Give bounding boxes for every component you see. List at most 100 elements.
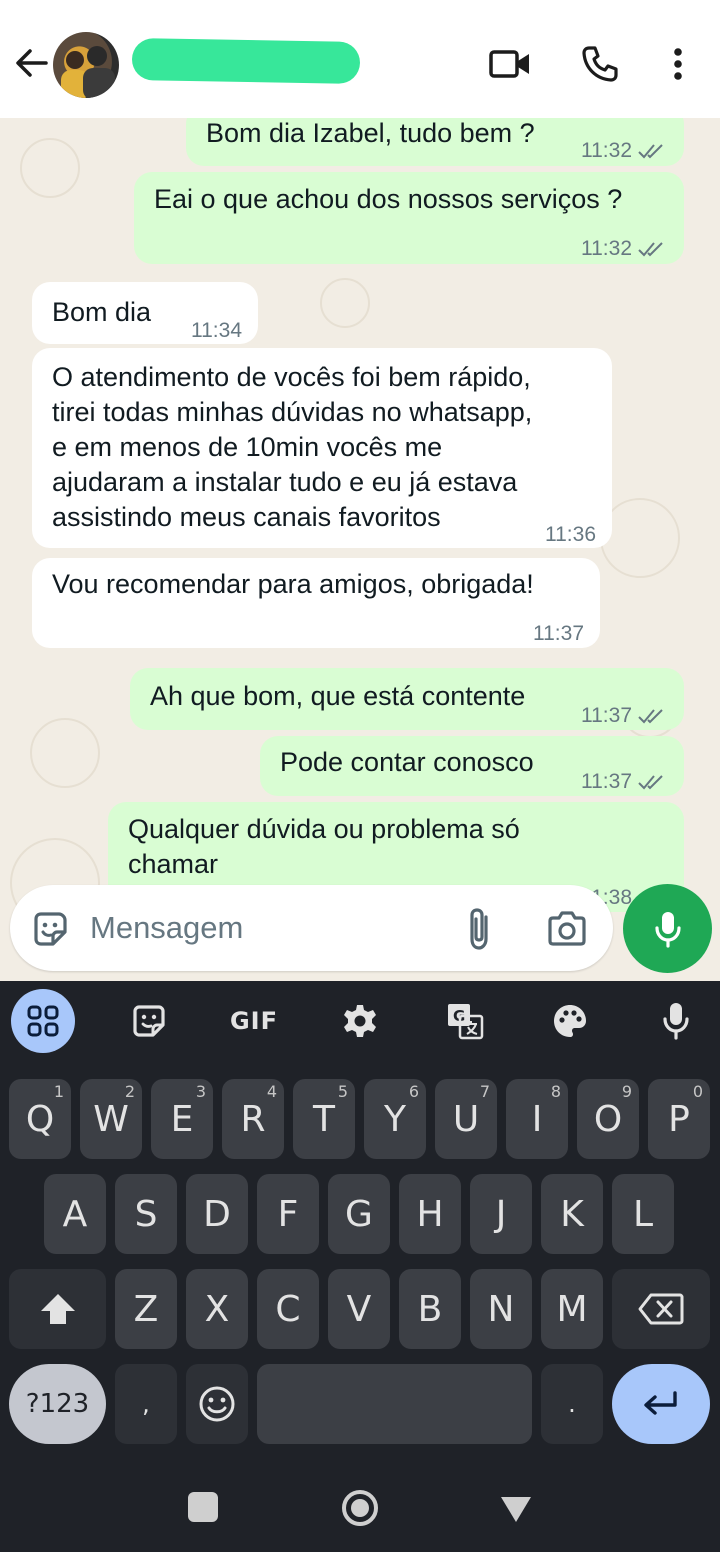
translate-icon[interactable]: G bbox=[433, 989, 497, 1053]
emoji-icon bbox=[199, 1386, 235, 1422]
contact-name[interactable] bbox=[131, 38, 361, 84]
key-y[interactable]: Y6 bbox=[364, 1079, 426, 1159]
palette-icon[interactable] bbox=[538, 989, 602, 1053]
key-q[interactable]: Q1 bbox=[9, 1079, 71, 1159]
attach-icon[interactable] bbox=[464, 907, 496, 951]
key-n[interactable]: N bbox=[470, 1269, 532, 1349]
key-hint: 5 bbox=[337, 1082, 348, 1101]
camera-icon[interactable] bbox=[546, 909, 588, 949]
key-w[interactable]: W2 bbox=[80, 1079, 142, 1159]
message-meta: 11:37 bbox=[581, 698, 668, 733]
key-label: G bbox=[345, 1193, 373, 1235]
key-label: E bbox=[170, 1098, 194, 1140]
key-h[interactable]: H bbox=[399, 1174, 461, 1254]
apps-grid-icon[interactable] bbox=[11, 989, 75, 1053]
chat-header bbox=[0, 0, 720, 118]
key-b[interactable]: B bbox=[399, 1269, 461, 1349]
key-label: L bbox=[632, 1193, 654, 1235]
back-arrow-icon[interactable] bbox=[14, 45, 50, 81]
outgoing-message[interactable]: Pode contar conosco 11:37 bbox=[260, 736, 684, 796]
key-x[interactable]: X bbox=[186, 1269, 248, 1349]
key-hint: 7 bbox=[479, 1082, 490, 1101]
key-hint: 4 bbox=[266, 1082, 277, 1101]
recents-button[interactable] bbox=[188, 1492, 218, 1522]
contact-avatar[interactable] bbox=[53, 32, 119, 98]
key-m[interactable]: M bbox=[541, 1269, 603, 1349]
key-z[interactable]: Z bbox=[115, 1269, 177, 1349]
message-time: 11:37 bbox=[533, 622, 584, 645]
key-u[interactable]: U7 bbox=[435, 1079, 497, 1159]
key-r[interactable]: R4 bbox=[222, 1079, 284, 1159]
key-hint: 8 bbox=[550, 1082, 561, 1101]
key-j[interactable]: J bbox=[470, 1174, 532, 1254]
message-text: Vou recomendar para amigos, obrigada! bbox=[52, 569, 534, 599]
space-key[interactable] bbox=[257, 1364, 532, 1444]
video-call-icon[interactable] bbox=[486, 40, 534, 88]
key-hint: 9 bbox=[621, 1082, 632, 1101]
key-label: P bbox=[668, 1098, 690, 1140]
key-hint: 3 bbox=[195, 1082, 206, 1101]
key-label: Z bbox=[133, 1288, 159, 1330]
chat-message-list[interactable]: Bom dia Izabel, tudo bem ? 11:32 Eai o q… bbox=[0, 118, 720, 982]
key-c[interactable]: C bbox=[257, 1269, 319, 1349]
message-input[interactable] bbox=[90, 905, 420, 951]
shift-icon bbox=[40, 1294, 75, 1324]
incoming-message[interactable]: O atendimento de vocês foi bem rápido, t… bbox=[32, 348, 612, 548]
outgoing-message[interactable]: Eai o que achou dos nossos serviços ? 11… bbox=[134, 172, 684, 264]
backspace-key[interactable] bbox=[612, 1269, 710, 1349]
enter-arrow-icon bbox=[644, 1391, 677, 1415]
key-label: H bbox=[416, 1193, 444, 1235]
message-time: 11:37 bbox=[581, 770, 632, 793]
key-label: F bbox=[277, 1193, 299, 1235]
key-t[interactable]: T5 bbox=[293, 1079, 355, 1159]
back-button[interactable] bbox=[498, 1494, 534, 1524]
settings-gear-icon[interactable] bbox=[328, 989, 392, 1053]
key-label: A bbox=[62, 1193, 88, 1235]
sticker-icon[interactable] bbox=[117, 989, 181, 1053]
more-vert-icon[interactable] bbox=[654, 40, 702, 88]
message-time: 11:36 bbox=[545, 523, 596, 546]
key-label: I bbox=[531, 1098, 543, 1140]
gif-icon[interactable]: GIF bbox=[222, 989, 286, 1053]
home-button[interactable] bbox=[340, 1488, 380, 1528]
comma-key[interactable]: , bbox=[115, 1364, 177, 1444]
emoji-key[interactable] bbox=[186, 1364, 248, 1444]
key-label: . bbox=[568, 1390, 576, 1418]
key-d[interactable]: D bbox=[186, 1174, 248, 1254]
message-time: 11:37 bbox=[581, 704, 632, 727]
symbols-key[interactable]: ?123 bbox=[9, 1364, 106, 1444]
message-meta: 11:34 bbox=[191, 313, 242, 348]
voice-mic-icon[interactable] bbox=[644, 989, 708, 1053]
key-e[interactable]: E3 bbox=[151, 1079, 213, 1159]
key-i[interactable]: I8 bbox=[506, 1079, 568, 1159]
key-g[interactable]: G bbox=[328, 1174, 390, 1254]
system-navigation-bar bbox=[0, 1462, 720, 1552]
shift-key[interactable] bbox=[9, 1269, 106, 1349]
message-composer bbox=[10, 885, 613, 971]
outgoing-message[interactable]: Bom dia Izabel, tudo bem ? 11:32 bbox=[186, 118, 684, 166]
key-a[interactable]: A bbox=[44, 1174, 106, 1254]
key-p[interactable]: P0 bbox=[648, 1079, 710, 1159]
key-label: T bbox=[313, 1098, 335, 1140]
key-l[interactable]: L bbox=[612, 1174, 674, 1254]
key-label: W bbox=[93, 1098, 129, 1140]
key-v[interactable]: V bbox=[328, 1269, 390, 1349]
outgoing-message[interactable]: Ah que bom, que está contente 11:37 bbox=[130, 668, 684, 730]
period-key[interactable]: . bbox=[541, 1364, 603, 1444]
message-time: 11:32 bbox=[581, 237, 632, 260]
phone-icon[interactable] bbox=[576, 40, 624, 88]
enter-key[interactable] bbox=[612, 1364, 710, 1444]
key-label: M bbox=[556, 1288, 588, 1330]
key-s[interactable]: S bbox=[115, 1174, 177, 1254]
key-k[interactable]: K bbox=[541, 1174, 603, 1254]
voice-record-button[interactable] bbox=[623, 884, 712, 973]
wallpaper-doodle bbox=[320, 278, 370, 328]
message-meta: 11:32 bbox=[581, 231, 668, 266]
key-f[interactable]: F bbox=[257, 1174, 319, 1254]
key-label: S bbox=[134, 1193, 158, 1235]
key-o[interactable]: O9 bbox=[577, 1079, 639, 1159]
key-label: O bbox=[593, 1098, 623, 1140]
incoming-message[interactable]: Vou recomendar para amigos, obrigada! 11… bbox=[32, 558, 600, 648]
sticker-icon[interactable] bbox=[30, 909, 70, 949]
incoming-message[interactable]: Bom dia 11:34 bbox=[32, 282, 258, 344]
